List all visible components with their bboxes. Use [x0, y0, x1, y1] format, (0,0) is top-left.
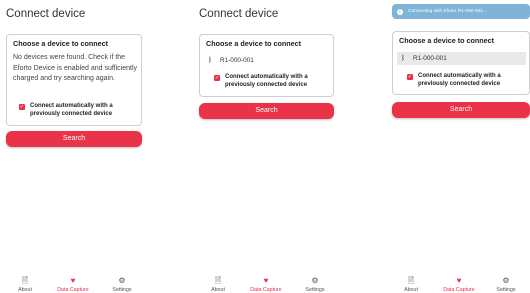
- nav-settings[interactable]: ⚙ Settings: [102, 276, 142, 293]
- auto-connect-checkbox-row[interactable]: ✓ Connect automatically with a previousl…: [407, 72, 525, 88]
- nav-settings[interactable]: ⚙ Settings: [486, 276, 526, 293]
- connecting-toast: i Connecting with Eforto R1-000-001...: [392, 4, 530, 19]
- toast-message: Connecting with Eforto R1-000-001...: [408, 9, 487, 14]
- nav-settings-label: Settings: [305, 287, 325, 293]
- nav-data-capture-label: Data Capture: [250, 287, 282, 293]
- auto-connect-label: Connect automatically with a previously …: [225, 74, 308, 88]
- device-card: Choose a device to connect ᛒ R1-000-001 …: [199, 34, 334, 97]
- screen-no-devices: Connect device Choose a device to connec…: [0, 0, 148, 293]
- nav-data-capture[interactable]: ♥ Data Capture: [53, 276, 93, 293]
- heart-icon: ♥: [456, 276, 462, 285]
- auto-connect-checkbox-row[interactable]: ✓ Connect automatically with a previousl…: [19, 102, 137, 118]
- document-icon: 🗎: [407, 276, 415, 285]
- nav-settings-label: Settings: [112, 287, 132, 293]
- auto-connect-checkbox-row[interactable]: ✓ Connect automatically with a previousl…: [214, 73, 332, 89]
- page-title: Connect device: [6, 8, 86, 20]
- device-name: R1-000-001: [220, 57, 254, 64]
- nav-data-capture-label: Data Capture: [57, 287, 89, 293]
- nav-about-label: About: [211, 287, 225, 293]
- nav-data-capture-label: Data Capture: [443, 287, 475, 293]
- checkbox-checked-icon[interactable]: ✓: [19, 104, 25, 110]
- info-icon: i: [397, 8, 403, 15]
- gear-icon: ⚙: [118, 276, 126, 285]
- nav-settings-label: Settings: [496, 287, 516, 293]
- card-title: Choose a device to connect: [399, 36, 495, 45]
- page-title: Connect device: [199, 8, 279, 20]
- document-icon: 🗎: [21, 276, 29, 285]
- nav-data-capture[interactable]: ♥ Data Capture: [246, 276, 286, 293]
- nav-about-label: About: [404, 287, 418, 293]
- gear-icon: ⚙: [502, 276, 510, 285]
- device-list-item-selected[interactable]: ᛒ R1-000-001: [397, 52, 526, 65]
- search-button[interactable]: Search: [199, 103, 334, 119]
- card-title: Choose a device to connect: [206, 39, 302, 48]
- search-button[interactable]: Search: [6, 131, 142, 147]
- device-card: Choose a device to connect ᛒ R1-000-001 …: [392, 31, 530, 95]
- heart-icon: ♥: [70, 276, 76, 285]
- nav-about[interactable]: 🗎 About: [5, 276, 45, 293]
- document-icon: 🗎: [214, 276, 222, 285]
- device-list-item[interactable]: ᛒ R1-000-001: [204, 54, 330, 67]
- auto-connect-label: Connect automatically with a previously …: [30, 103, 113, 117]
- card-title: Choose a device to connect: [13, 39, 109, 48]
- screen-connecting: i Connecting with Eforto R1-000-001... C…: [387, 0, 530, 293]
- auto-connect-label: Connect automatically with a previously …: [418, 73, 501, 87]
- gear-icon: ⚙: [311, 276, 319, 285]
- heart-icon: ♥: [263, 276, 269, 285]
- device-card: Choose a device to connect No devices we…: [6, 34, 142, 126]
- nav-about[interactable]: 🗎 About: [391, 276, 431, 293]
- nav-data-capture[interactable]: ♥ Data Capture: [439, 276, 479, 293]
- screen-device-found: Connect device Choose a device to connec…: [193, 0, 341, 293]
- nav-settings[interactable]: ⚙ Settings: [295, 276, 335, 293]
- search-button[interactable]: Search: [392, 102, 530, 118]
- bluetooth-icon: ᛒ: [400, 55, 406, 62]
- nav-about[interactable]: 🗎 About: [198, 276, 238, 293]
- checkbox-checked-icon[interactable]: ✓: [214, 75, 220, 81]
- checkbox-checked-icon[interactable]: ✓: [407, 74, 413, 80]
- nav-about-label: About: [18, 287, 32, 293]
- bluetooth-icon: ᛒ: [207, 57, 213, 64]
- device-name: R1-000-001: [413, 55, 447, 62]
- no-devices-message: No devices were found. Check if the Efor…: [13, 54, 137, 82]
